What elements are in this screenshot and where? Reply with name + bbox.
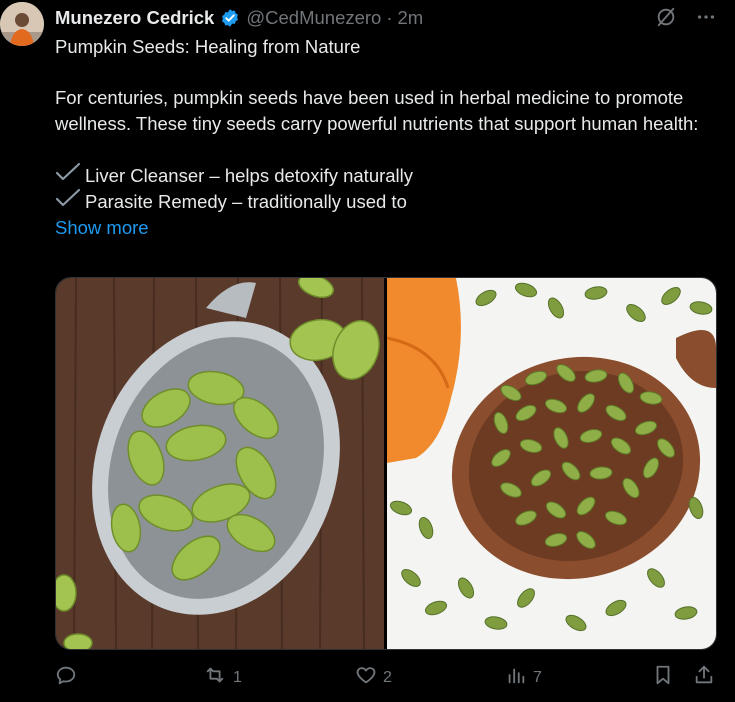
- share-icon: [693, 664, 715, 691]
- post-header: Munezero Cedrick @CedMunezero · 2m: [55, 6, 423, 30]
- show-more-link[interactable]: Show more: [55, 215, 715, 241]
- reply-button[interactable]: [55, 664, 83, 691]
- views-chart-icon: [505, 664, 527, 691]
- post-time[interactable]: 2m: [398, 7, 424, 29]
- views-button[interactable]: 7: [505, 664, 542, 691]
- grok-icon[interactable]: [655, 6, 677, 33]
- bullet-text: Parasite Remedy – traditionally used to: [85, 191, 407, 212]
- post-media[interactable]: [55, 277, 717, 650]
- share-button[interactable]: [693, 664, 715, 691]
- repost-count: 1: [233, 668, 242, 686]
- photo-seeds-on-spoon[interactable]: [56, 278, 387, 649]
- bullet-item: Liver Cleanser – helps detoxify naturall…: [55, 162, 715, 189]
- bookmark-button[interactable]: [652, 664, 674, 691]
- reply-icon: [55, 664, 77, 691]
- like-count: 2: [383, 668, 392, 686]
- verified-badge-icon: [220, 8, 240, 28]
- repost-icon: [203, 664, 227, 691]
- post-action-bar: 1 2 7: [55, 664, 715, 692]
- check-mark-icon: [55, 188, 85, 215]
- heart-icon: [355, 664, 377, 691]
- post-title: Pumpkin Seeds: Healing from Nature: [55, 36, 361, 57]
- bookmark-icon: [652, 664, 674, 691]
- more-options-icon[interactable]: [695, 6, 717, 33]
- bullet-item: Parasite Remedy – traditionally used to: [55, 188, 715, 215]
- post-paragraph: For centuries, pumpkin seeds have been u…: [55, 87, 699, 134]
- header-actions: [655, 6, 717, 33]
- separator-dot: ·: [386, 7, 393, 28]
- author-handle[interactable]: @CedMunezero: [246, 7, 381, 29]
- author-avatar[interactable]: [0, 2, 44, 46]
- views-count: 7: [533, 668, 542, 686]
- author-name[interactable]: Munezero Cedrick: [55, 7, 214, 29]
- check-mark-icon: [55, 162, 85, 189]
- bullet-text: Liver Cleanser – helps detoxify naturall…: [85, 164, 414, 186]
- repost-button[interactable]: 1: [203, 664, 242, 691]
- like-button[interactable]: 2: [355, 664, 392, 691]
- post-body: Pumpkin Seeds: Healing from Nature For c…: [55, 34, 715, 240]
- photo-seeds-in-bowl[interactable]: [386, 278, 716, 649]
